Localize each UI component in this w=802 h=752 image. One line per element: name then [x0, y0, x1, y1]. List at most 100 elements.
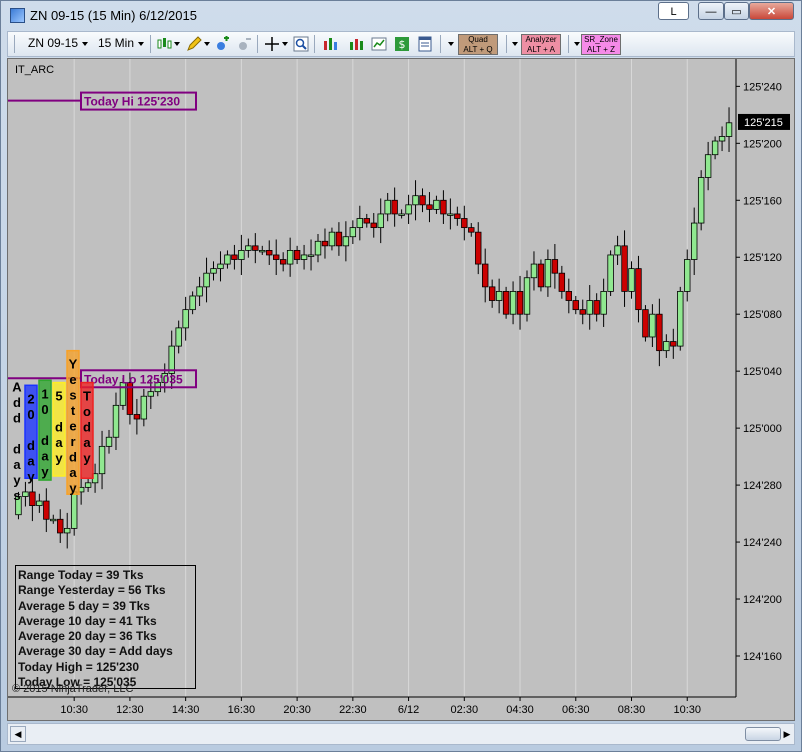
candle-body	[502, 291, 510, 315]
sr-zone-shortcut-button[interactable]: SR_Zone ALT + Z	[581, 34, 621, 55]
candle-body	[523, 277, 531, 315]
interval-selector[interactable]: 15 Min	[98, 36, 134, 50]
candle-body	[307, 254, 315, 257]
candle-body	[377, 213, 384, 229]
chart-properties-icon[interactable]	[371, 36, 387, 52]
horizontal-scrollbar[interactable]: ◀ ▶	[7, 723, 795, 745]
candle-body	[628, 268, 635, 292]
remove-icon[interactable]	[237, 36, 253, 52]
range-bar-label: 20 day	[27, 391, 35, 484]
y-tick-label: 125'080	[743, 309, 782, 321]
shortcut-chevron-down-icon[interactable]	[512, 42, 518, 46]
shortcut-chevron-down-icon[interactable]	[574, 42, 580, 46]
strategies-icon[interactable]	[348, 36, 364, 52]
candle-body	[516, 291, 524, 315]
minimize-button[interactable]: —	[698, 2, 724, 20]
shortcut-chevron-down-icon[interactable]	[448, 42, 454, 46]
interval-chevron-down-icon[interactable]	[138, 42, 144, 46]
dollar-icon[interactable]: $	[394, 36, 410, 52]
copyright-text: © 2015 NinjaTrader, LLC	[12, 683, 134, 695]
zoom-icon[interactable]	[293, 36, 309, 52]
candle-body	[210, 268, 217, 274]
instrument-chevron-down-icon[interactable]	[82, 42, 88, 46]
candle-body	[43, 500, 50, 520]
y-tick-label: 125'120	[743, 252, 782, 264]
candle-body	[335, 231, 343, 247]
candle-body	[475, 231, 482, 265]
stat-line: Average 20 day = 36 Tks	[18, 629, 157, 644]
candle-body	[454, 213, 461, 219]
candle-body	[468, 227, 475, 233]
title-bar[interactable]: ZN 09-15 (15 Min) 6/12/2015 L — ▭ ✕	[1, 1, 801, 29]
stat-line: Average 5 day = 39 Tks	[18, 598, 150, 613]
app-icon	[10, 8, 25, 23]
candle-body	[656, 313, 663, 352]
candle-body	[544, 259, 552, 288]
candle-body	[349, 227, 357, 238]
candle-body	[704, 154, 712, 178]
candle-body	[384, 199, 391, 215]
candle-body	[50, 518, 57, 522]
candle-body	[419, 195, 426, 206]
crosshair-icon[interactable]	[264, 36, 280, 52]
range-bar-label: Today	[83, 389, 91, 466]
candle-body	[22, 491, 29, 497]
candle-body	[537, 263, 545, 288]
instrument-selector[interactable]: ZN 09-15	[28, 36, 78, 50]
drag-drop-icon[interactable]	[215, 36, 231, 52]
candle-body	[370, 222, 377, 229]
x-tick-label: 08:30	[618, 704, 646, 716]
crosshair-chevron-down-icon[interactable]	[282, 42, 288, 46]
candle-body	[412, 195, 419, 206]
candle-body	[495, 291, 503, 301]
candle-body	[718, 136, 726, 142]
candle-body	[426, 204, 433, 210]
y-tick-label: 125'040	[743, 366, 782, 378]
candle-body	[231, 254, 238, 260]
maximize-button[interactable]: ▭	[724, 2, 749, 20]
chart-toolbar: ZN 09-15 15 Min $ Quad ALT + Q Analyzer …	[7, 31, 795, 57]
data-box-icon[interactable]	[417, 36, 433, 52]
analyzer-shortcut-button[interactable]: Analyzer ALT + A	[521, 34, 561, 55]
candlestick-style-icon[interactable]	[156, 36, 172, 52]
chart-panel[interactable]: 125'240 125'200 125'160 125'120 125'080 125'0…	[7, 58, 795, 721]
y-tick-label: 125'000	[743, 423, 782, 435]
range-bar-label: 5 day	[55, 389, 63, 466]
candle-body	[614, 245, 621, 256]
shortcut-keys: ALT + A	[527, 45, 555, 54]
candle-body	[321, 240, 329, 247]
pencil-icon[interactable]	[186, 36, 202, 52]
indicators-icon[interactable]	[322, 36, 338, 52]
candle-body	[112, 404, 120, 438]
scroll-right-arrow-icon[interactable]: ▶	[781, 726, 793, 742]
toolbar-separator	[440, 35, 441, 53]
candle-body	[649, 313, 656, 338]
candle-body	[565, 291, 573, 301]
quad-shortcut-button[interactable]: Quad ALT + Q	[458, 34, 498, 55]
draw-chevron-down-icon[interactable]	[204, 42, 210, 46]
indicator-label: IT_ARC	[15, 64, 55, 76]
range-bar-label: Add days	[12, 379, 22, 503]
scrollbar-thumb[interactable]	[745, 727, 781, 741]
candle-body	[217, 263, 224, 270]
x-tick-label: 22:30	[339, 704, 367, 716]
shortcut-label: Quad	[468, 35, 488, 44]
close-button[interactable]: ✕	[749, 2, 794, 20]
candle-body	[433, 199, 440, 210]
stat-line: Today High = 125'230	[18, 659, 140, 674]
candle-body	[342, 236, 350, 247]
style-chevron-down-icon[interactable]	[174, 42, 180, 46]
y-tick-label: 125'200	[743, 138, 782, 150]
x-tick-label: 10:30	[60, 704, 88, 716]
y-tick-label: 124'280	[743, 480, 782, 492]
candle-body	[461, 218, 468, 229]
current-price-label: 125'215	[744, 117, 783, 129]
link-button[interactable]: L	[658, 2, 689, 20]
x-tick-label: 6/12	[398, 704, 419, 716]
stat-line: Range Yesterday = 56 Tks	[18, 583, 166, 598]
scroll-left-arrow-icon[interactable]: ◀	[10, 726, 26, 742]
shortcut-label: SR_Zone	[584, 35, 618, 44]
candle-body	[147, 391, 155, 397]
candle-body	[105, 436, 113, 447]
x-tick-label: 10:30	[673, 704, 701, 716]
